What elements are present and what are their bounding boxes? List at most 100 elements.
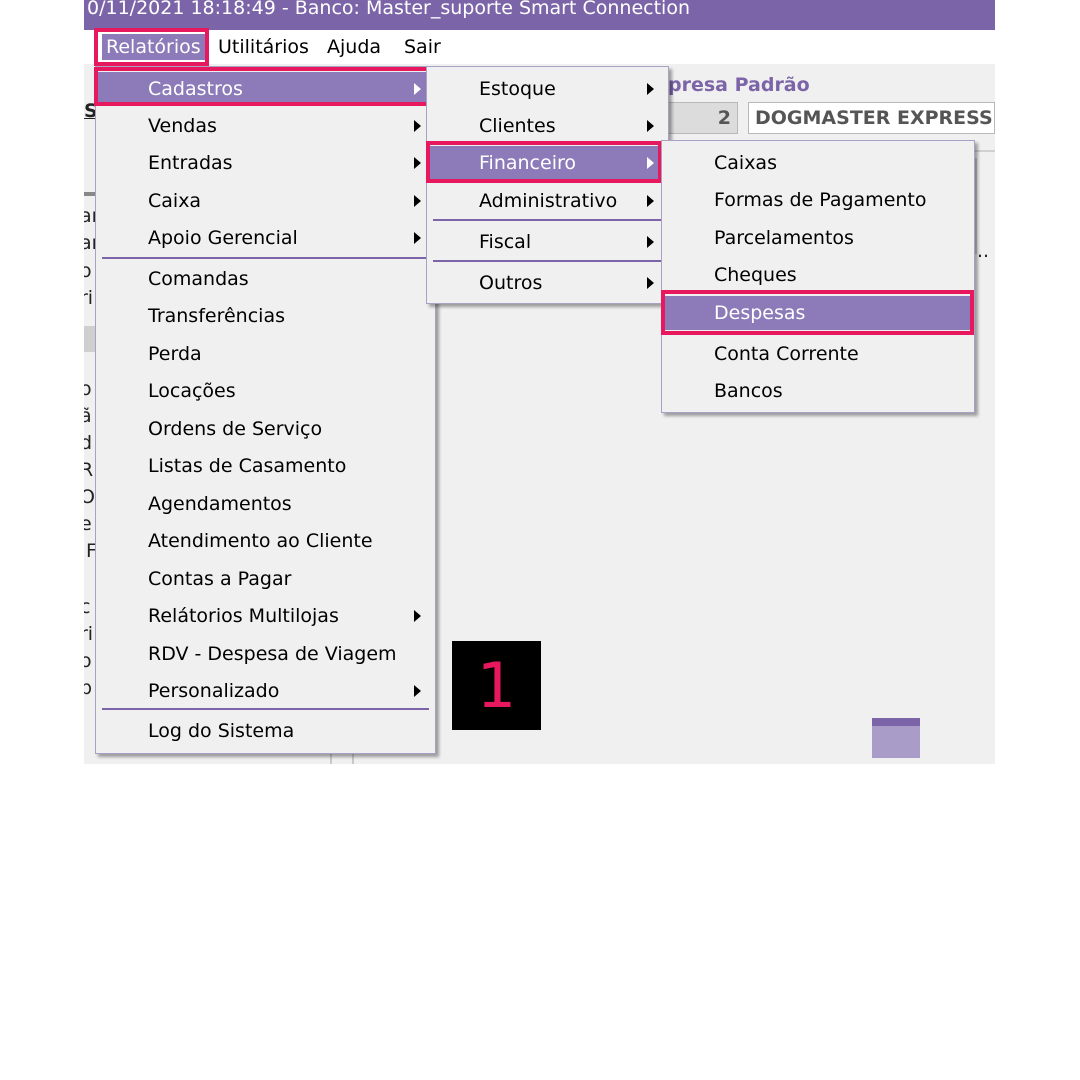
menu-item-vendas[interactable]: Vendas (98, 109, 433, 143)
menu-item-label: Contas a Pagar (148, 568, 292, 590)
left-fragment: c (84, 596, 91, 618)
submenu-arrow-icon (647, 120, 654, 132)
menu-relatorios[interactable]: Relatórios (102, 34, 205, 60)
window-title: 0/11/2021 18:18:49 - Banco: Master_supor… (87, 0, 690, 19)
empresa-label: presa Padrão (668, 74, 810, 96)
menu-item-label: Estoque (479, 78, 556, 100)
menu-item-label: Cheques (714, 264, 797, 286)
menu-item-label: Apoio Gerencial (148, 227, 298, 249)
left-fragment: O (84, 486, 95, 508)
menu-item-label: Caixa (148, 190, 202, 212)
submenu-arrow-icon (414, 685, 421, 697)
menu-item-label: Locações (148, 380, 236, 402)
submenu-arrow-icon (414, 195, 421, 207)
left-fragment: e (84, 513, 92, 535)
submenu-arrow-icon (647, 157, 654, 169)
menu-ajuda[interactable]: Ajuda (323, 34, 385, 60)
menu-item-entradas[interactable]: Entradas (98, 146, 433, 180)
menu-item-locacoes[interactable]: Locações (98, 374, 433, 408)
menu-item-label: Comandas (148, 268, 249, 290)
empresa-code-field[interactable]: 2 (668, 102, 738, 134)
menu-item-parcelamentos[interactable]: Parcelamentos (664, 221, 972, 255)
left-fragment: ri (84, 287, 94, 309)
left-fragment: ã (84, 405, 92, 427)
menu-item-label: Bancos (714, 380, 783, 402)
truncated-text: .. (977, 240, 990, 262)
menu-item-administrativo[interactable]: Administrativo (429, 184, 666, 218)
menu-item-personalizado[interactable]: Personalizado (98, 674, 433, 708)
submenu-arrow-icon (414, 157, 421, 169)
left-fragment: o (84, 260, 92, 282)
menu-item-label: Fiscal (479, 231, 532, 253)
menu-item-label: Caixas (714, 152, 777, 174)
menu-item-label: Personalizado (148, 680, 280, 702)
financeiro-submenu: Caixas Formas de Pagamento Parcelamentos… (661, 140, 975, 413)
menu-item-relatorios-multilojas[interactable]: Relátorios Multilojas (98, 599, 433, 633)
left-fragment: p (84, 677, 93, 699)
menu-item-label: Parcelamentos (714, 227, 854, 249)
window-icon[interactable] (872, 718, 920, 758)
menu-item-log-do-sistema[interactable]: Log do Sistema (98, 714, 433, 748)
menu-item-despesas[interactable]: Despesas (664, 296, 972, 330)
left-fragment: o (84, 650, 92, 672)
menu-item-clientes[interactable]: Clientes (429, 109, 666, 143)
menu-item-financeiro[interactable]: Financeiro (429, 146, 666, 180)
menu-item-apoio-gerencial[interactable]: Apoio Gerencial (98, 221, 433, 255)
menu-separator (102, 708, 429, 710)
left-fragment: ri (84, 623, 94, 645)
cadastros-submenu: Estoque Clientes Financeiro Administrati… (426, 66, 669, 304)
menu-item-label: Conta Corrente (714, 343, 859, 365)
menu-item-estoque[interactable]: Estoque (429, 72, 666, 106)
menu-item-contas-a-pagar[interactable]: Contas a Pagar (98, 562, 433, 596)
menu-item-label: Log do Sistema (148, 720, 295, 742)
submenu-arrow-icon (647, 195, 654, 207)
menu-item-label: RDV - Despesa de Viagem (148, 643, 397, 665)
menu-item-perda[interactable]: Perda (98, 337, 433, 371)
menu-item-label: Agendamentos (148, 493, 292, 515)
menu-item-label: Administrativo (479, 190, 618, 212)
menu-item-label: Relátorios Multilojas (148, 605, 339, 627)
menu-item-label: Outros (479, 272, 543, 294)
menu-item-bancos[interactable]: Bancos (664, 374, 972, 408)
menu-separator (433, 219, 662, 221)
menu-item-caixa[interactable]: Caixa (98, 184, 433, 218)
menu-item-label: Vendas (148, 115, 217, 137)
menu-separator (102, 257, 429, 259)
menu-item-label: Ordens de Serviço (148, 418, 323, 440)
left-fragment: R (84, 459, 94, 481)
menu-item-rdv[interactable]: RDV - Despesa de Viagem (98, 637, 433, 671)
submenu-arrow-icon (647, 236, 654, 248)
submenu-arrow-icon (414, 83, 421, 95)
menu-item-cheques[interactable]: Cheques (664, 258, 972, 292)
step-number-badge: 1 (452, 641, 541, 730)
menu-item-atendimento-ao-cliente[interactable]: Atendimento ao Cliente (98, 524, 433, 558)
menu-item-label: Formas de Pagamento (714, 189, 927, 211)
menu-item-label: Atendimento ao Cliente (148, 530, 373, 552)
menu-separator (433, 260, 662, 262)
menu-item-listas-de-casamento[interactable]: Listas de Casamento (98, 449, 433, 483)
submenu-arrow-icon (414, 120, 421, 132)
menu-item-outros[interactable]: Outros (429, 266, 666, 300)
menu-item-label: Financeiro (479, 152, 576, 174)
menu-item-formas-de-pagamento[interactable]: Formas de Pagamento (664, 183, 972, 217)
menu-item-ordens-de-servico[interactable]: Ordens de Serviço (98, 412, 433, 446)
menu-item-cadastros[interactable]: Cadastros (98, 72, 433, 106)
menu-separator (668, 331, 968, 333)
menu-item-fiscal[interactable]: Fiscal (429, 225, 666, 259)
left-fragment: o (84, 378, 92, 400)
menu-item-conta-corrente[interactable]: Conta Corrente (664, 337, 972, 371)
menu-item-label: Entradas (148, 152, 233, 174)
empresa-name-field[interactable]: DOGMASTER EXPRESS (748, 102, 995, 134)
menu-sair[interactable]: Sair (400, 34, 445, 60)
menu-item-label: Clientes (479, 115, 556, 137)
submenu-arrow-icon (647, 277, 654, 289)
menu-item-transferencias[interactable]: Transferências (98, 299, 433, 333)
menu-utilitarios[interactable]: Utilitários (214, 34, 313, 60)
menu-item-label: Listas de Casamento (148, 455, 347, 477)
menu-item-comandas[interactable]: Comandas (98, 262, 433, 296)
menu-item-caixas[interactable]: Caixas (664, 146, 972, 180)
submenu-arrow-icon (414, 232, 421, 244)
menu-item-agendamentos[interactable]: Agendamentos (98, 487, 433, 521)
relatorios-menu: Cadastros Vendas Entradas Caixa Apoio Ge… (95, 66, 436, 754)
left-fragment: d (84, 432, 93, 454)
